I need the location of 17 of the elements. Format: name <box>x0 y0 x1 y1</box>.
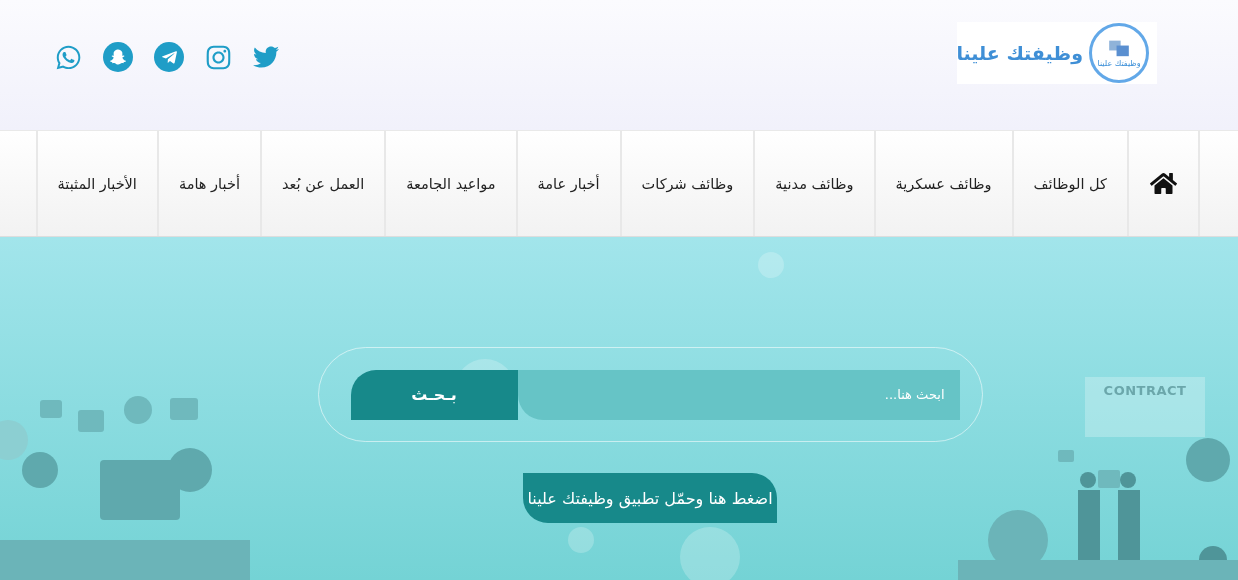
whatsapp-icon[interactable] <box>55 43 82 71</box>
document-label: CONTRACT <box>1103 383 1187 400</box>
download-app-button[interactable]: اضغط هنا وحمّل تطبيق وظيفتك علينا <box>523 473 777 523</box>
decor-circle <box>568 527 594 553</box>
logo-badge-text: وظيفتك علينا <box>1097 58 1141 68</box>
instagram-icon[interactable] <box>205 43 232 71</box>
logo-title: وظيفتك علينا <box>956 42 1083 64</box>
telegram-icon[interactable] <box>154 42 184 72</box>
decor-circle <box>758 252 784 278</box>
snapchat-icon[interactable] <box>103 42 133 72</box>
search-field[interactable]: ابحث هنا... <box>517 369 960 420</box>
document-icon <box>1108 38 1130 57</box>
search-button[interactable]: بـحـث <box>350 369 518 420</box>
site-logo[interactable]: وظيفتك علينا وظيفتك علينا <box>957 22 1157 84</box>
twitter-icon[interactable] <box>253 44 279 70</box>
home-icon[interactable] <box>1150 170 1177 197</box>
decor-circle <box>680 527 740 580</box>
